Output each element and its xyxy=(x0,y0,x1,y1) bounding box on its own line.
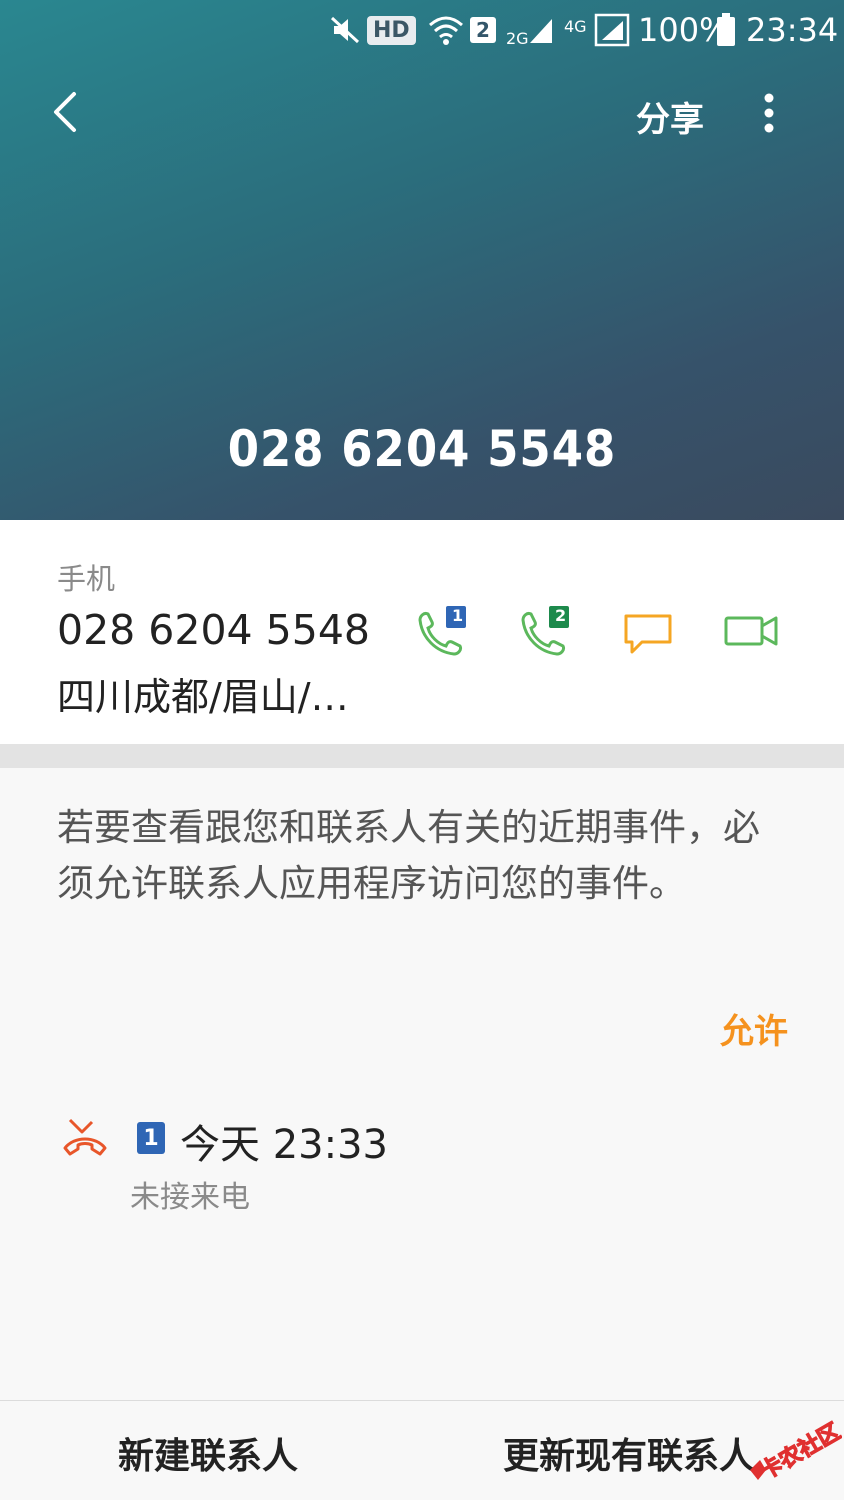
call-sim1-button[interactable]: 1 xyxy=(412,606,472,662)
call-sim-badge: 1 xyxy=(137,1122,165,1154)
video-camera-icon xyxy=(724,616,778,646)
allow-button[interactable]: 允许 xyxy=(720,1004,788,1053)
signal-icon-1 xyxy=(528,10,554,50)
mute-icon xyxy=(330,10,360,50)
wifi-icon xyxy=(426,10,466,50)
sim2-status-badge: 2 xyxy=(470,10,496,50)
phone-details-card: 手机 028 6204 5548 四川成都/眉山/… 1 2 xyxy=(0,520,844,744)
phone-number[interactable]: 028 6204 5548 xyxy=(57,606,370,654)
call-sim2-button[interactable]: 2 xyxy=(515,606,575,662)
events-card: 若要查看跟您和联系人有关的近期事件，必须允许联系人应用程序访问您的事件。 允许 … xyxy=(0,768,844,1400)
sim2-label: 2 xyxy=(555,606,567,625)
new-contact-button[interactable]: 新建联系人 xyxy=(118,1427,298,1479)
watermark-logo: 卡农社区 xyxy=(746,1410,844,1496)
hd-badge: HD xyxy=(367,10,416,50)
sim1-label: 1 xyxy=(452,606,464,625)
share-button[interactable]: 分享 xyxy=(636,92,704,141)
bottom-action-bar: 新建联系人 更新现有联系人 xyxy=(0,1400,844,1500)
back-button[interactable] xyxy=(48,90,92,134)
contact-header: HD 2 2G 4G 100% 23:34 分享 028 6204 5548 xyxy=(0,0,844,520)
call-time: 今天 23:33 xyxy=(180,1122,388,1168)
update-contact-button[interactable]: 更新现有联系人 xyxy=(503,1427,755,1479)
more-vertical-icon xyxy=(764,93,774,133)
signal-icon-2 xyxy=(594,10,630,50)
clock: 23:34 xyxy=(746,11,839,49)
missed-call-icon xyxy=(62,1114,108,1160)
svg-text:卡农社区: 卡农社区 xyxy=(756,1418,842,1485)
video-call-button[interactable] xyxy=(722,606,782,662)
section-divider xyxy=(0,744,844,768)
network-4g-label: 4G xyxy=(564,16,587,36)
call-status: 未接来电 xyxy=(130,1180,250,1215)
phone-type-label: 手机 xyxy=(57,562,116,596)
network-2g-label: 2G xyxy=(506,28,529,48)
battery-icon xyxy=(716,10,736,50)
header-phone-number: 028 6204 5548 xyxy=(227,420,617,478)
events-permission-message: 若要查看跟您和联系人有关的近期事件，必须允许联系人应用程序访问您的事件。 xyxy=(57,806,760,905)
phone-location: 四川成都/眉山/… xyxy=(57,675,349,719)
chevron-left-icon xyxy=(54,92,76,132)
message-button[interactable] xyxy=(620,606,680,662)
status-bar: HD 2 2G 4G 100% 23:34 xyxy=(0,0,844,58)
more-options-button[interactable] xyxy=(752,92,786,136)
message-icon xyxy=(624,614,672,654)
